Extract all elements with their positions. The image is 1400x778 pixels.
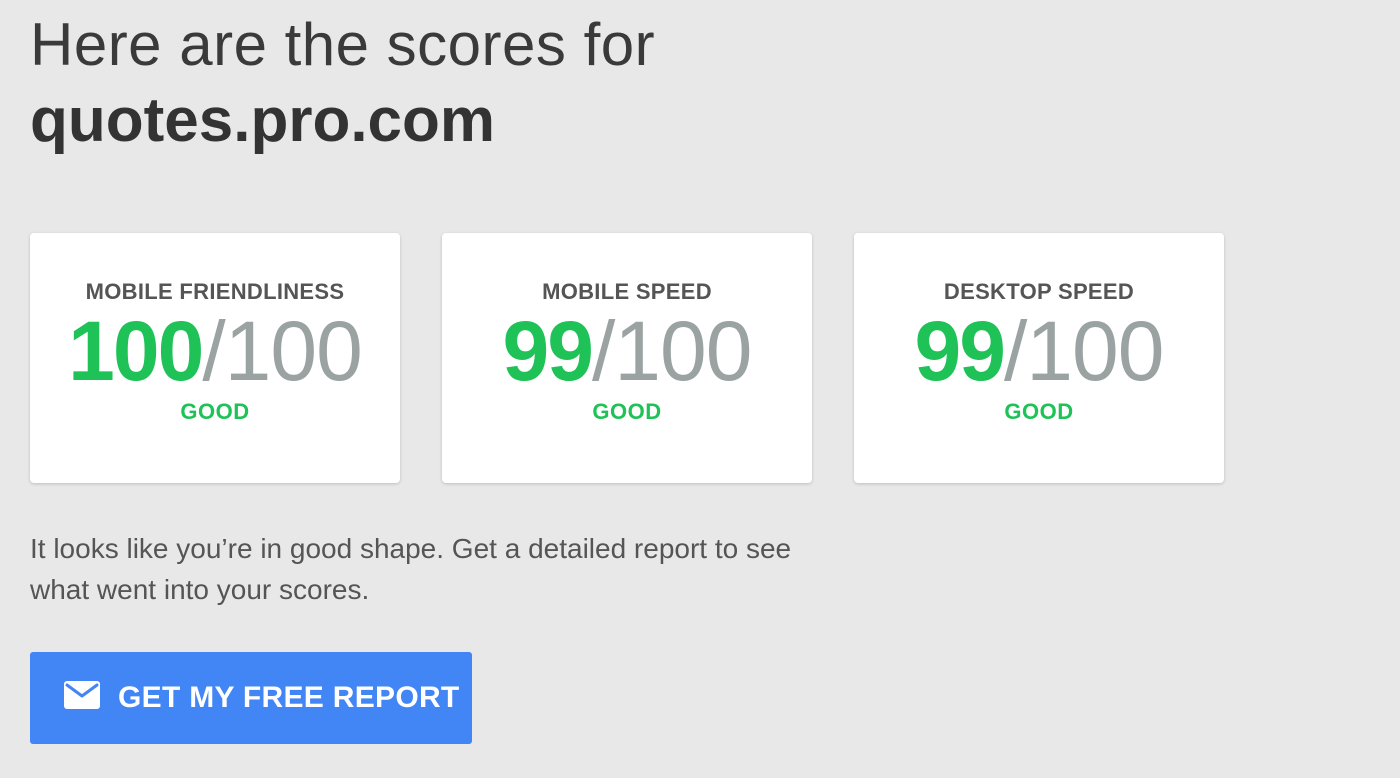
get-free-report-button[interactable]: GET MY FREE REPORT xyxy=(30,652,472,744)
summary-text: It looks like you’re in good shape. Get … xyxy=(30,533,792,605)
mail-icon xyxy=(64,681,100,709)
score-card-label: MOBILE SPEED xyxy=(542,279,712,304)
score-display: 99/100 xyxy=(502,304,753,398)
score-display: 100/100 xyxy=(68,304,363,398)
score-status-badge: GOOD xyxy=(1004,399,1074,424)
score-card-mobile-friendliness: MOBILE FRIENDLINESS 100/100 GOOD xyxy=(30,233,400,483)
score-max: /100 xyxy=(202,304,362,398)
score-card-label: DESKTOP SPEED xyxy=(943,279,1135,304)
score-max: /100 xyxy=(1003,304,1164,398)
scored-domain: quotes.pro.com xyxy=(30,86,496,155)
score-card-label: MOBILE FRIENDLINESS xyxy=(85,279,345,304)
score-max: /100 xyxy=(591,304,752,398)
score-card-mobile-speed: MOBILE SPEED 99/100 GOOD xyxy=(442,233,812,483)
score-status-badge: GOOD xyxy=(592,399,662,424)
score-value: 99 xyxy=(502,304,594,398)
page-title-prefix: Here are the scores for xyxy=(30,11,656,78)
score-value: 100 xyxy=(68,304,204,398)
score-cards: MOBILE FRIENDLINESS 100/100 GOOD MOBILE … xyxy=(30,233,1224,483)
score-card-desktop-speed: DESKTOP SPEED 99/100 GOOD xyxy=(854,233,1224,483)
score-status-badge: GOOD xyxy=(180,399,250,424)
score-display: 99/100 xyxy=(914,304,1165,398)
page-title: Here are the scores for quotes.pro.com xyxy=(30,8,655,160)
score-value: 99 xyxy=(914,304,1006,398)
get-free-report-label: GET MY FREE REPORT xyxy=(118,681,460,714)
